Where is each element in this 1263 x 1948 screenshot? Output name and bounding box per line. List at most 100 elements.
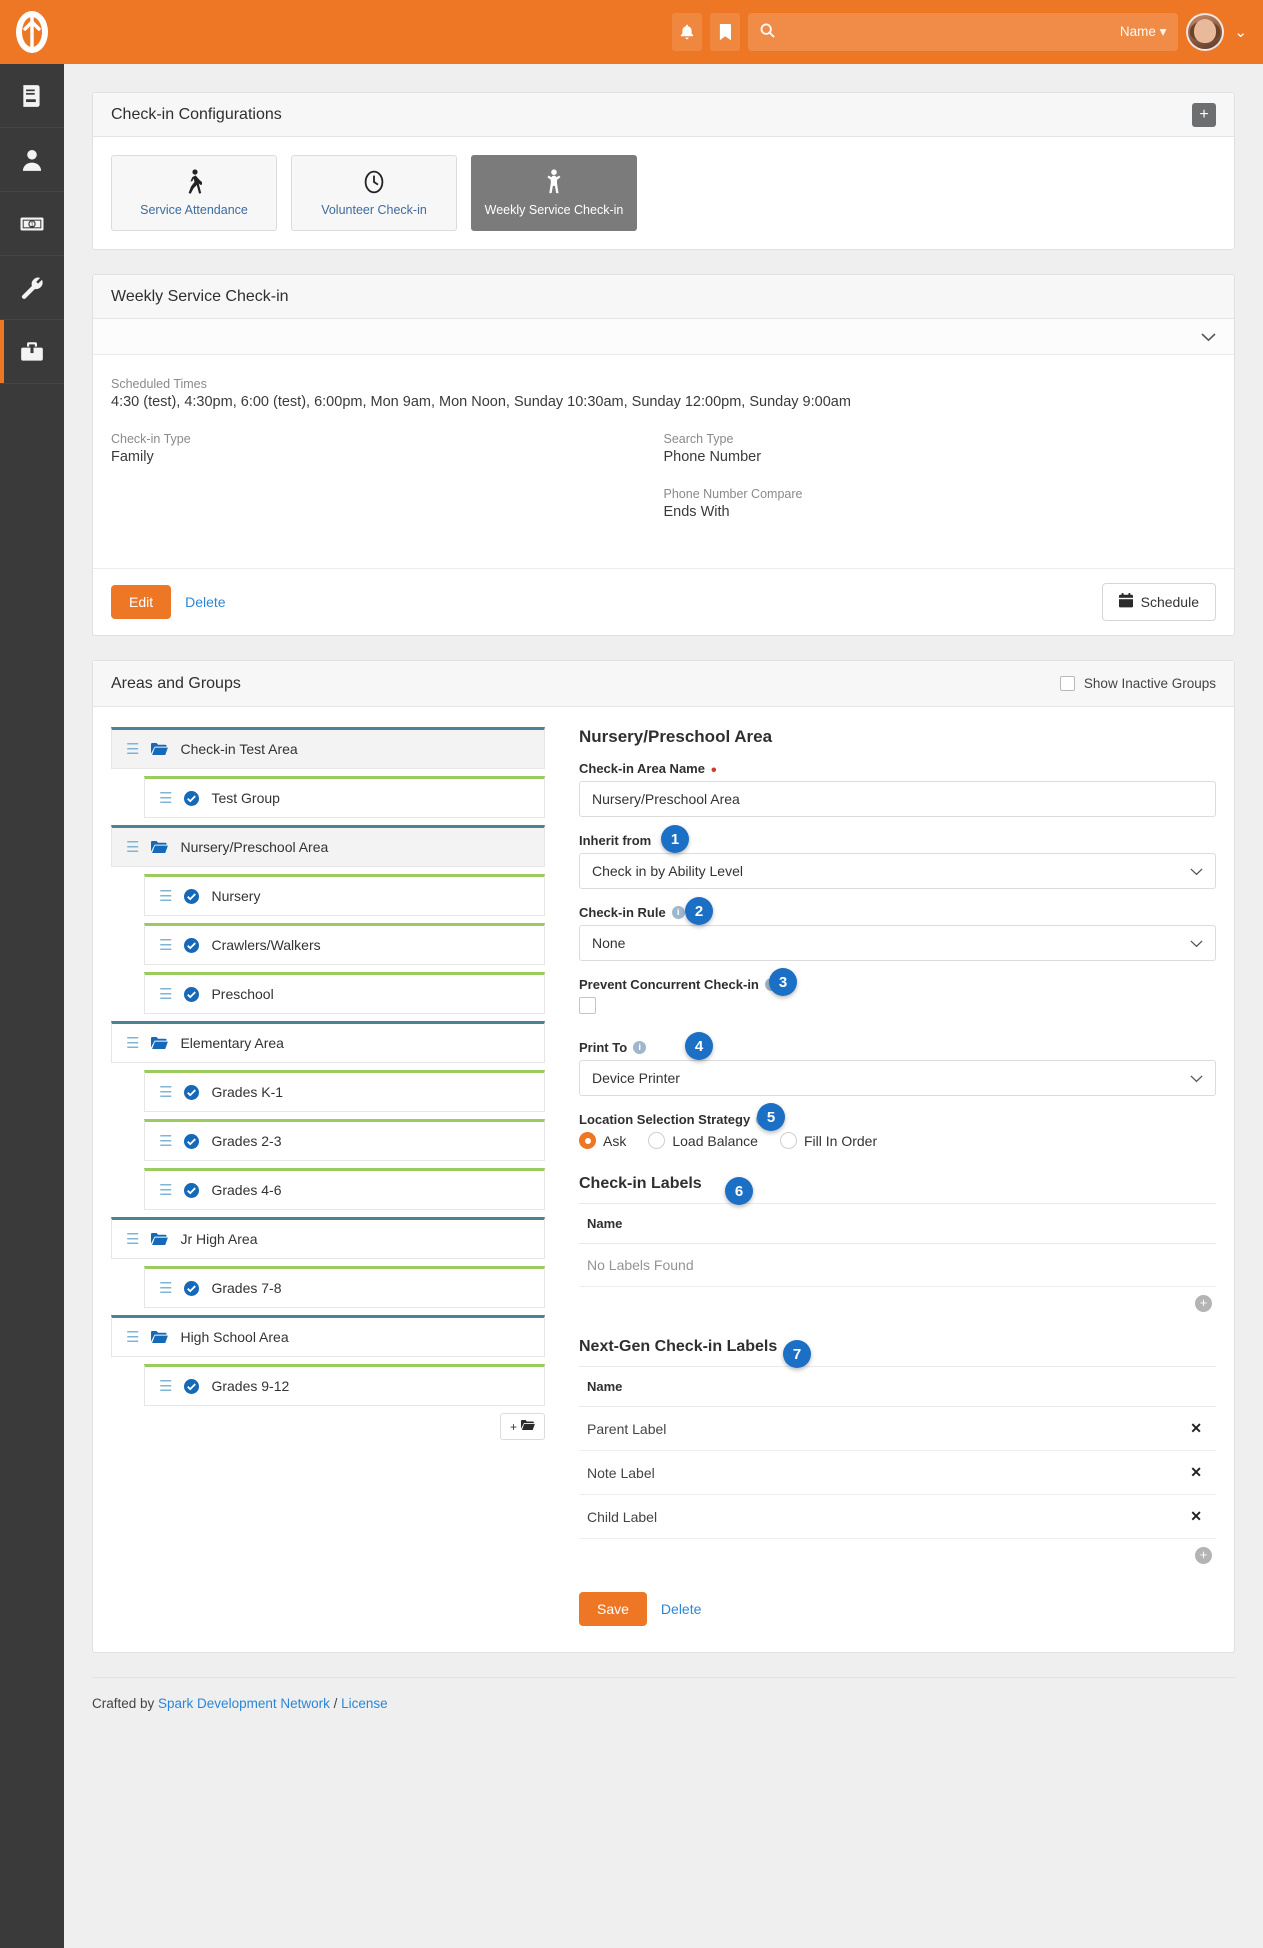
search-glyph xyxy=(760,23,776,38)
show-inactive-checkbox[interactable] xyxy=(1059,676,1075,691)
list-item[interactable]: Note Label ✕ xyxy=(579,1451,1216,1495)
tree-row-label: Preschool xyxy=(211,986,274,1002)
sidebar-item-people[interactable] xyxy=(0,128,64,192)
grip-icon[interactable]: ☰ xyxy=(126,840,139,855)
add-area-button[interactable]: + xyxy=(499,1413,545,1440)
edit-button[interactable]: Edit xyxy=(111,585,172,619)
tree-row[interactable]: ☰ Grades K-1 xyxy=(144,1070,545,1112)
location-strategy-option-ask[interactable]: Ask xyxy=(579,1132,626,1149)
tree-row[interactable]: ☰ High School Area xyxy=(111,1315,545,1357)
avatar[interactable] xyxy=(1186,13,1225,51)
grip-icon[interactable]: ☰ xyxy=(126,1036,139,1051)
add-checkin-label-button[interactable]: + xyxy=(1195,1295,1212,1312)
tree-row[interactable]: ☰ Test Group xyxy=(144,776,545,818)
footer-link-spark[interactable]: Spark Development Network xyxy=(158,1696,330,1711)
list-item[interactable]: Child Label ✕ xyxy=(579,1495,1216,1539)
location-strategy-option-load-balance[interactable]: Load Balance xyxy=(648,1132,758,1149)
location-strategy-label: Location Selection Strategy xyxy=(579,1112,751,1127)
chevron-down-icon xyxy=(1201,329,1216,345)
check-circle-glyph xyxy=(184,1182,200,1198)
wrench-icon xyxy=(21,277,43,299)
tree-row-label: Grades 7-8 xyxy=(211,1280,282,1296)
config-tile-service-attendance[interactable]: Service Attendance xyxy=(111,155,277,231)
tree-row[interactable]: ☰ Grades 2-3 xyxy=(144,1119,545,1161)
sidebar-item-finance[interactable]: 1 xyxy=(0,192,64,256)
search-scope-label[interactable]: Name ▾ xyxy=(1120,24,1167,40)
grip-icon[interactable]: ☰ xyxy=(159,987,172,1002)
callout-badge-6: 6 xyxy=(725,1177,753,1205)
folder-glyph xyxy=(151,743,169,755)
grip-icon[interactable]: ☰ xyxy=(159,1281,172,1296)
tree-row-label: Grades K-1 xyxy=(211,1084,284,1100)
rock-logo[interactable] xyxy=(0,0,64,64)
search-input[interactable]: Name ▾ xyxy=(748,13,1179,51)
info-icon[interactable]: i xyxy=(764,978,778,991)
form-delete-button[interactable]: Delete xyxy=(647,1592,715,1626)
radio-fill-in-order[interactable] xyxy=(779,1132,797,1149)
info-icon[interactable]: i xyxy=(633,1041,647,1054)
check-circle-icon xyxy=(184,1182,200,1198)
top-bar-actions: Name ▾ ⌄ xyxy=(672,13,1263,51)
grip-icon[interactable]: ☰ xyxy=(126,1330,139,1345)
chevron-down-glyph xyxy=(1190,1075,1203,1083)
location-strategy-option-fill-in-order[interactable]: Fill In Order xyxy=(779,1132,878,1149)
grip-icon[interactable]: ☰ xyxy=(159,1085,172,1100)
folder-glyph xyxy=(151,841,169,853)
tree-row-label: Grades 2-3 xyxy=(211,1133,282,1149)
sidebar-item-cms[interactable] xyxy=(0,64,64,128)
radio-ask[interactable] xyxy=(579,1132,596,1149)
user-menu-chevron-down-icon[interactable]: ⌄ xyxy=(1234,23,1247,41)
areas-and-groups-panel: Areas and Groups Show Inactive Groups ☰ … xyxy=(92,660,1235,1653)
inherit-from-select[interactable]: Check in by Ability Level xyxy=(579,853,1216,889)
bookmark-icon[interactable] xyxy=(710,13,741,51)
grip-icon[interactable]: ☰ xyxy=(159,1183,172,1198)
detail-right-column: Search Type Phone Number Phone Number Co… xyxy=(664,432,1217,542)
list-item[interactable]: Parent Label ✕ xyxy=(579,1407,1216,1451)
tree-row[interactable]: ☰ Preschool xyxy=(144,972,545,1014)
delete-button[interactable]: Delete xyxy=(171,585,239,619)
print-to-select[interactable]: Device Printer xyxy=(579,1060,1216,1096)
tree-row[interactable]: ☰ Grades 4-6 xyxy=(144,1168,545,1210)
tree-row[interactable]: ☰ Jr High Area xyxy=(111,1217,545,1259)
area-name-input[interactable]: Nursery/Preschool Area xyxy=(579,781,1216,817)
sidebar-item-tools[interactable] xyxy=(0,256,64,320)
sidebar-item-admin[interactable] xyxy=(0,320,64,384)
tree-row[interactable]: ☰ Nursery/Preschool Area xyxy=(111,825,545,867)
radio-fill-in-order-label: Fill In Order xyxy=(803,1132,878,1149)
tree-row[interactable]: ☰ Crawlers/Walkers xyxy=(144,923,545,965)
tree-row[interactable]: ☰ Grades 9-12 xyxy=(144,1364,545,1406)
save-button[interactable]: Save xyxy=(579,1592,647,1626)
add-nextgen-label-button[interactable]: + xyxy=(1195,1547,1212,1564)
grip-icon[interactable]: ☰ xyxy=(159,791,172,806)
show-inactive-groups-toggle[interactable]: Show Inactive Groups xyxy=(1059,676,1216,691)
schedule-button[interactable]: Schedule xyxy=(1101,583,1216,621)
grip-icon[interactable]: ☰ xyxy=(126,1232,139,1247)
close-icon[interactable]: ✕ xyxy=(1184,1508,1208,1525)
grip-icon[interactable]: ☰ xyxy=(159,1379,172,1394)
prevent-concurrent-checkbox[interactable] xyxy=(579,997,596,1014)
tree-row[interactable]: ☰ Elementary Area xyxy=(111,1021,545,1063)
grip-icon[interactable]: ☰ xyxy=(159,938,172,953)
configuration-tiles: Service Attendance Volunteer Check-in We… xyxy=(111,155,1216,231)
bell-icon[interactable] xyxy=(672,13,703,51)
close-icon[interactable]: ✕ xyxy=(1184,1420,1208,1437)
tree-row[interactable]: ☰ Grades 7-8 xyxy=(144,1266,545,1308)
folder-glyph xyxy=(151,1037,169,1049)
config-tile-volunteer-checkin[interactable]: Volunteer Check-in xyxy=(291,155,457,231)
add-configuration-button[interactable]: + xyxy=(1192,102,1216,127)
checkin-rule-select[interactable]: None xyxy=(579,925,1216,961)
config-tile-weekly-service-checkin[interactable]: Weekly Service Check-in xyxy=(471,155,637,231)
grip-icon[interactable]: ☰ xyxy=(159,1134,172,1149)
grip-icon[interactable]: ☰ xyxy=(159,889,172,904)
info-icon[interactable]: i xyxy=(756,1113,770,1126)
detail-collapse-toggle[interactable] xyxy=(93,319,1234,355)
area-name-label: Check-in Area Name xyxy=(579,761,705,776)
footer-link-license[interactable]: License xyxy=(341,1696,388,1711)
radio-load-balance[interactable] xyxy=(648,1132,666,1149)
info-icon[interactable]: i xyxy=(671,906,685,919)
callout-badge-2: 2 xyxy=(685,897,713,925)
tree-row[interactable]: ☰ Check-in Test Area xyxy=(111,727,545,769)
close-icon[interactable]: ✕ xyxy=(1184,1464,1208,1481)
grip-icon[interactable]: ☰ xyxy=(126,742,139,757)
tree-row[interactable]: ☰ Nursery xyxy=(144,874,545,916)
